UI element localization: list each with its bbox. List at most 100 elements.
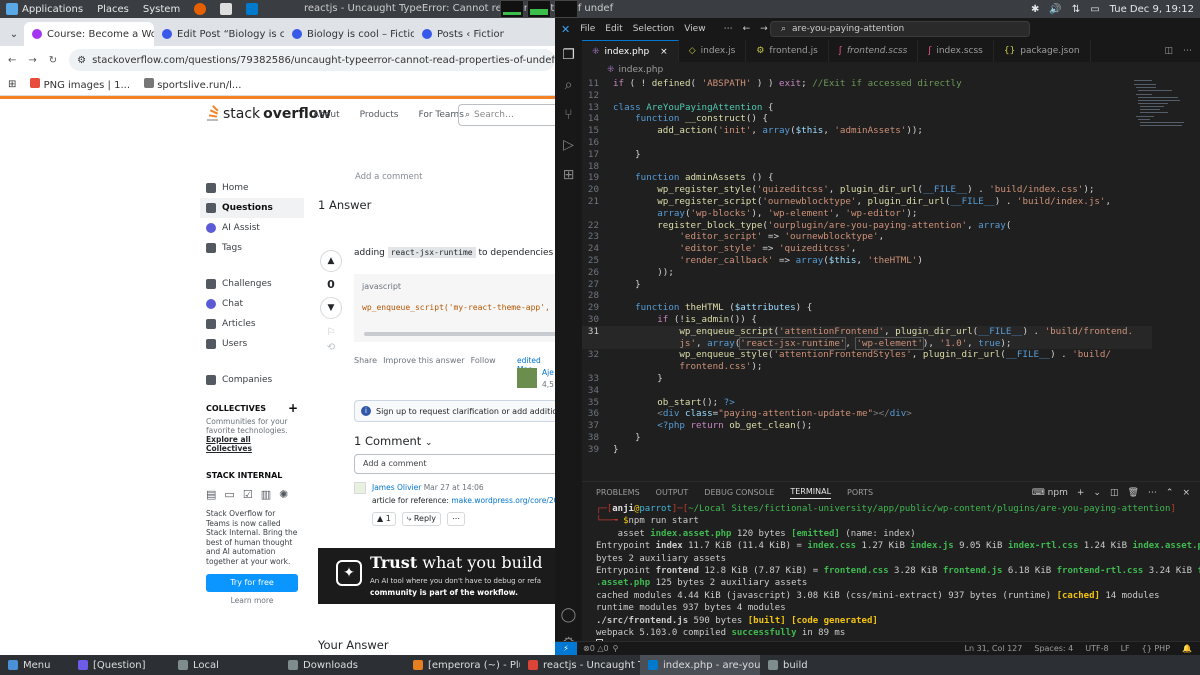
explorer-icon[interactable]: ❐ — [555, 40, 582, 70]
tab-frontend-scss[interactable]: ʃ frontend.scss — [829, 40, 919, 62]
language-mode[interactable]: {} PHP — [1142, 644, 1170, 653]
tab-index-js[interactable]: ◇ index.js — [679, 40, 747, 62]
bookmark-item[interactable]: PNG images | 1... — [30, 78, 130, 91]
bookmark-item[interactable]: sportslive.run/l... — [144, 78, 241, 91]
notifications-bell-icon[interactable]: 🔔 — [1182, 644, 1192, 653]
code-line[interactable]: 23 'editor_script' => 'ournewblocktype', — [582, 231, 1152, 243]
code-line[interactable]: 15 add_action('init', array($this, 'admi… — [582, 125, 1152, 137]
menu-file[interactable]: File — [580, 24, 595, 34]
browser-tab[interactable]: Course: Become a Wordl — [24, 22, 154, 46]
code-editor[interactable]: 11 if ( ! defined( 'ABSPATH' ) ) exit; //… — [582, 78, 1152, 476]
bookmark-icon[interactable]: ⚐ — [318, 327, 344, 338]
code-line[interactable]: 19 function adminAssets () { — [582, 172, 1152, 184]
code-line[interactable]: 22 register_block_type('ourplugin/are-yo… — [582, 220, 1152, 232]
split-editor-icon[interactable]: ◫ — [1164, 46, 1173, 56]
ports-icon[interactable]: ⚲ — [613, 644, 619, 653]
command-center[interactable]: ⌕ are-you-paying-attention — [770, 21, 1030, 37]
comment-upvote-button[interactable]: ▲ 1 — [372, 512, 396, 526]
editor-avatar[interactable] — [517, 368, 537, 388]
vscode-launcher-icon[interactable] — [246, 3, 259, 15]
chevron-down-icon[interactable]: ⌄ — [1093, 488, 1101, 498]
sidebar-item-chat[interactable]: Chat — [200, 294, 304, 314]
add-collective-icon[interactable]: + — [288, 402, 298, 414]
problems-indicator[interactable]: ⊗0 △0 — [583, 644, 609, 653]
tab-index-php[interactable]: ⁜ index.php × — [582, 40, 679, 62]
comments-heading[interactable]: 1 Comment ⌄ — [354, 434, 433, 448]
code-line[interactable]: 31 wp_enqueue_script('attentionFrontend'… — [582, 325, 1152, 338]
more-actions-icon[interactable]: ⋯ — [1183, 46, 1192, 56]
code-line[interactable]: 26 )); — [582, 267, 1152, 279]
nav-about[interactable]: About — [313, 110, 340, 120]
code-line[interactable]: 16 — [582, 137, 1152, 149]
back-icon[interactable]: ← — [8, 55, 16, 66]
firefox-launcher-icon[interactable] — [194, 3, 207, 15]
encoding[interactable]: UTF-8 — [1085, 644, 1108, 653]
downvote-button[interactable]: ▼ — [320, 297, 342, 319]
tab-debug-console[interactable]: DEBUG CONSOLE — [704, 488, 774, 497]
volume-icon[interactable]: 🔊 — [1049, 4, 1061, 15]
tab-index-scss[interactable]: ʃ index.scss — [918, 40, 994, 62]
more-menu-icon[interactable]: ⋯ — [724, 24, 733, 34]
breadcrumb-file[interactable]: index.php — [619, 65, 664, 75]
menu-selection[interactable]: Selection — [633, 24, 674, 34]
cursor-position[interactable]: Ln 31, Col 127 — [965, 644, 1023, 653]
tab-ports[interactable]: PORTS — [847, 488, 873, 497]
code-line[interactable]: 21 wp_register_script('ournewblocktype',… — [582, 196, 1152, 208]
battery-icon[interactable]: ▭ — [1090, 4, 1099, 15]
comment-avatar[interactable] — [354, 482, 366, 494]
nav-products[interactable]: Products — [360, 110, 399, 120]
menu-view[interactable]: View — [684, 24, 705, 34]
code-line[interactable]: 13 class AreYouPayingAttention { — [582, 102, 1152, 114]
taskbar-item[interactable]: Local — [170, 655, 280, 675]
browser-tab[interactable]: Posts ‹ Fictiona — [414, 22, 504, 46]
split-terminal-icon[interactable]: ◫ — [1110, 488, 1119, 498]
sidebar-item-companies[interactable]: Companies — [200, 370, 304, 390]
nav-forward-icon[interactable]: → — [760, 24, 768, 34]
tab-terminal[interactable]: TERMINAL — [790, 487, 832, 499]
code-line[interactable]: 11 if ( ! defined( 'ABSPATH' ) ) exit; //… — [582, 78, 1152, 90]
tab-search-icon[interactable]: ⌄ — [4, 22, 24, 46]
applications-menu[interactable]: Applications — [6, 3, 83, 15]
tab-output[interactable]: OUTPUT — [656, 488, 689, 497]
code-line[interactable]: 27 } — [582, 279, 1152, 291]
system-menu[interactable]: System — [143, 4, 180, 15]
code-line[interactable]: 28 — [582, 290, 1152, 302]
taskbar-item[interactable]: [emperora (~) - Pluma] — [405, 655, 520, 675]
code-line[interactable]: 34 — [582, 385, 1152, 397]
code-line[interactable]: frontend.css'); — [582, 361, 1152, 373]
terminal-output[interactable]: ┌─[anji@parrot]─[~/Local Sites/fictional… — [582, 503, 1200, 652]
run-debug-icon[interactable]: ▷ — [555, 130, 582, 160]
reply-button[interactable]: ⤷ Reply — [401, 512, 441, 526]
tab-frontend-js[interactable]: ⚙ frontend.js — [746, 40, 829, 62]
code-line[interactable]: 39} — [582, 444, 1152, 456]
sidebar-item-home[interactable]: Home — [200, 178, 304, 198]
sidebar-item-articles[interactable]: Articles — [200, 314, 304, 334]
learn-more-link[interactable]: Learn more — [200, 596, 304, 605]
code-line[interactable]: 36 <div class="paying-attention-update-m… — [582, 408, 1152, 420]
extensions-icon[interactable]: ⊞ — [555, 160, 582, 190]
code-line[interactable]: 25 'render_callback' => array($this, 'th… — [582, 255, 1152, 267]
taskbar-item[interactable]: Downloads — [280, 655, 405, 675]
upvote-button[interactable]: ▲ — [320, 250, 342, 272]
clock[interactable]: Tue Dec 9, 19:12 — [1110, 4, 1194, 15]
nav-back-icon[interactable]: ← — [743, 24, 751, 34]
code-line[interactable]: 18 — [582, 161, 1152, 173]
code-line[interactable]: js', array('react-jsx-runtime', 'wp-elem… — [582, 336, 1152, 350]
sidebar-item-users[interactable]: Users — [200, 334, 304, 354]
code-line[interactable]: 32 wp_enqueue_style('attentionFrontendSt… — [582, 349, 1152, 361]
code-line[interactable]: 14 function __construct() { — [582, 113, 1152, 125]
places-menu[interactable]: Places — [97, 4, 129, 15]
new-terminal-icon[interactable]: + — [1077, 488, 1085, 498]
minimap[interactable] — [1132, 78, 1192, 158]
site-info-icon[interactable]: ⚙ — [77, 55, 86, 66]
browser-tab[interactable]: Edit Post “Biology is cool — [154, 22, 284, 46]
tab-package-json[interactable]: {} package.json — [994, 40, 1091, 62]
trash-icon[interactable]: 🗑 — [1127, 488, 1138, 498]
close-icon[interactable]: × — [660, 47, 668, 57]
browser-tab[interactable]: Biology is cool – Fictional — [284, 22, 414, 46]
taskbar-item[interactable]: index.php - are-you-p... — [640, 655, 760, 675]
code-line[interactable]: array('wp-blocks'), 'wp-element', 'wp-ed… — [582, 208, 1152, 220]
add-comment-button[interactable]: Add a comment — [354, 454, 555, 474]
bluetooth-icon[interactable]: ✱ — [1031, 4, 1039, 15]
try-for-free-button[interactable]: Try for free — [206, 574, 298, 592]
